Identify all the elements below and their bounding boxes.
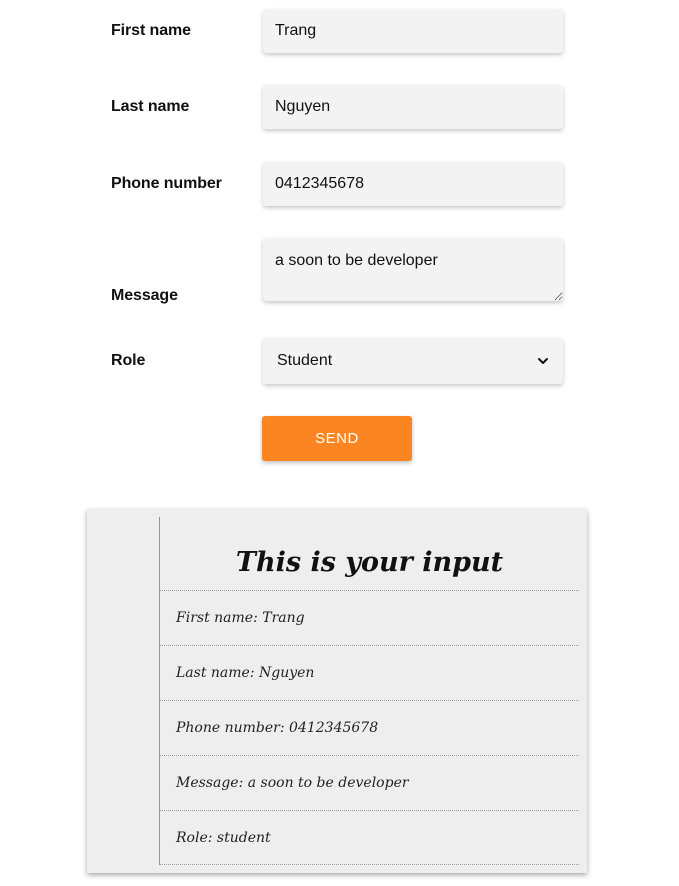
output-title: This is your input [235, 547, 504, 578]
first-name-row: First name [111, 8, 571, 54]
output-row-first-name: First name: Trang [160, 590, 579, 645]
phone-row: Phone number [111, 161, 571, 207]
output-row-phone: Phone number: 0412345678 [160, 700, 579, 755]
output-row-message: Message: a soon to be developer [160, 755, 579, 810]
message-label: Message [111, 287, 178, 304]
output-row-last-name: Last name: Nguyen [160, 645, 579, 700]
first-name-input[interactable] [263, 9, 563, 53]
output-row-role: Role: student [160, 810, 579, 865]
output-card: This is your input First name: Trang Las… [87, 509, 587, 873]
phone-label: Phone number [111, 175, 222, 192]
role-row: Role Student [111, 337, 571, 385]
send-button[interactable]: SEND [262, 416, 412, 461]
chevron-down-icon [538, 358, 548, 364]
role-selected-value: Student [277, 352, 333, 369]
role-select[interactable]: Student [263, 338, 563, 384]
first-name-label: First name [111, 22, 191, 39]
message-textarea[interactable]: a soon to be developer [263, 238, 563, 301]
role-label: Role [111, 352, 146, 369]
last-name-input[interactable] [263, 85, 563, 129]
last-name-label: Last name [111, 98, 190, 115]
message-row: Message a soon to be developer [111, 238, 571, 304]
last-name-row: Last name [111, 84, 571, 130]
phone-input[interactable] [263, 162, 563, 206]
output-rows: First name: Trang Last name: Nguyen Phon… [160, 590, 579, 865]
